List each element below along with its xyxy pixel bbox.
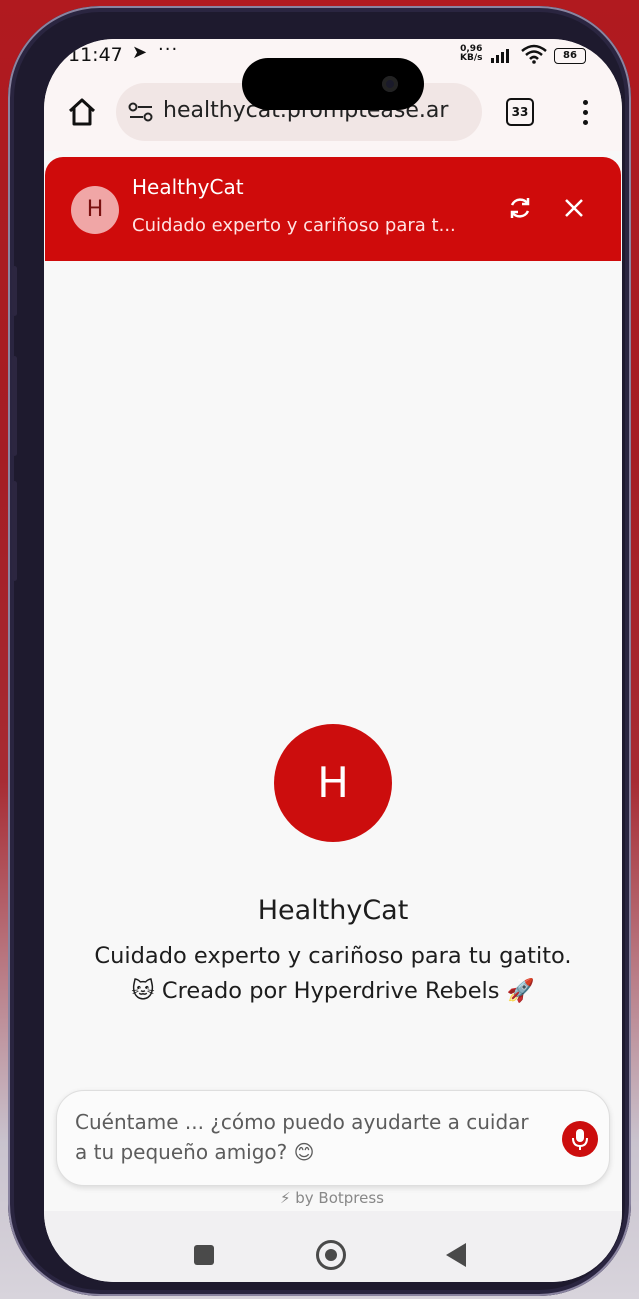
bot-description-line: Cuidado experto y cariñoso para tu gatit… bbox=[94, 943, 572, 969]
phone-action-button bbox=[12, 266, 17, 316]
chat-header: H HealthyCat Cuidado experto y cariñoso … bbox=[45, 157, 621, 261]
microphone-icon bbox=[572, 1129, 588, 1150]
signal-icon bbox=[491, 49, 509, 63]
bot-avatar: H bbox=[274, 724, 392, 842]
more-notifications-icon: ··· bbox=[158, 39, 179, 60]
bot-name: HealthyCat bbox=[257, 895, 409, 926]
browser-menu-icon[interactable] bbox=[580, 97, 590, 127]
android-nav-bar bbox=[44, 1211, 622, 1282]
status-time: 11:47 bbox=[68, 44, 123, 66]
refresh-icon[interactable] bbox=[507, 195, 533, 221]
tab-switcher-button[interactable]: 33 bbox=[506, 98, 534, 126]
telegram-icon: ➤ bbox=[132, 42, 148, 63]
powered-by-link[interactable]: ⚡ by Botpress bbox=[44, 1189, 620, 1207]
phone-screen: 11:47 ➤ ··· 0,96 KB/s 86 healthycat.prom… bbox=[44, 39, 622, 1282]
back-button[interactable] bbox=[446, 1243, 466, 1267]
header-subtitle: Cuidado experto y cariñoso para t... bbox=[132, 215, 456, 236]
dynamic-island bbox=[242, 58, 424, 110]
close-icon[interactable] bbox=[563, 197, 585, 219]
microphone-button[interactable] bbox=[562, 1121, 598, 1157]
header-avatar: H bbox=[71, 186, 119, 234]
message-placeholder: Cuéntame ... ¿cómo puedo ayudarte a cuid… bbox=[75, 1110, 529, 1164]
battery-indicator: 86 bbox=[554, 48, 586, 64]
home-button[interactable] bbox=[316, 1240, 346, 1270]
phone-frame: 11:47 ➤ ··· 0,96 KB/s 86 healthycat.prom… bbox=[8, 6, 631, 1296]
phone-volume-up bbox=[12, 356, 17, 456]
bot-description: Cuidado experto y cariñoso para tu gatit… bbox=[55, 939, 611, 1009]
wifi-icon bbox=[521, 44, 547, 64]
phone-volume-down bbox=[12, 481, 17, 581]
message-input[interactable]: Cuéntame ... ¿cómo puedo ayudarte a cuid… bbox=[56, 1090, 610, 1186]
header-title: HealthyCat bbox=[132, 175, 244, 199]
recents-button[interactable] bbox=[194, 1245, 214, 1265]
chat-body: H HealthyCat Cuidado experto y cariñoso … bbox=[45, 261, 621, 1211]
site-settings-icon[interactable] bbox=[128, 102, 154, 122]
home-icon[interactable] bbox=[64, 94, 100, 130]
network-speed: 0,96 KB/s bbox=[460, 44, 483, 63]
bot-description-line: 🐱 Creado por Hyperdrive Rebels 🚀 bbox=[131, 978, 535, 1004]
